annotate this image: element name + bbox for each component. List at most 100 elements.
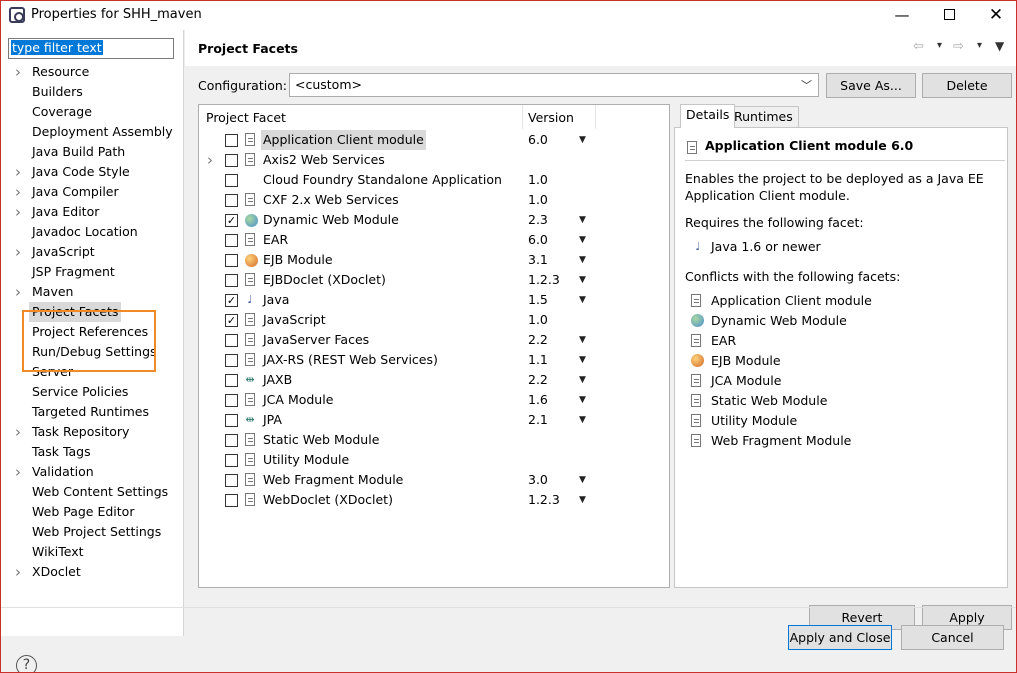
chevron-right-icon[interactable]: › xyxy=(15,282,25,302)
facet-checkbox[interactable] xyxy=(225,234,238,247)
chevron-right-icon[interactable]: › xyxy=(15,422,25,442)
version-dropdown-icon[interactable]: ▼ xyxy=(579,350,586,370)
facet-checkbox[interactable] xyxy=(225,194,238,207)
table-row[interactable]: ⇹ JAXB 2.2 ▼ xyxy=(199,370,669,390)
table-row[interactable]: ✓ Dynamic Web Module 2.3 ▼ xyxy=(199,210,669,230)
facet-version[interactable]: 2.2 xyxy=(528,330,548,350)
table-row[interactable]: EAR 6.0 ▼ xyxy=(199,230,669,250)
facet-checkbox[interactable] xyxy=(225,354,238,367)
tab-details[interactable]: Details xyxy=(680,104,736,128)
version-dropdown-icon[interactable]: ▼ xyxy=(579,330,586,350)
back-arrow-icon[interactable]: ⇦ xyxy=(913,39,924,54)
chevron-right-icon[interactable]: › xyxy=(15,182,25,202)
table-row[interactable]: Cloud Foundry Standalone Application 1.0 xyxy=(199,170,669,190)
facet-checkbox[interactable] xyxy=(225,134,238,147)
table-row[interactable]: Web Fragment Module 3.0 ▼ xyxy=(199,470,669,490)
table-row[interactable]: ✓ ♩ Java 1.5 ▼ xyxy=(199,290,669,310)
table-row[interactable]: Static Web Module xyxy=(199,430,669,450)
version-dropdown-icon[interactable]: ▼ xyxy=(579,250,586,270)
maximize-button[interactable] xyxy=(936,5,962,25)
facet-version[interactable]: 1.6 xyxy=(528,390,548,410)
chevron-right-icon[interactable]: › xyxy=(15,162,25,182)
facet-checkbox[interactable] xyxy=(225,454,238,467)
facet-version[interactable]: 6.0 xyxy=(528,130,548,150)
filter-input[interactable]: type filter text xyxy=(8,38,174,59)
configuration-select[interactable]: <custom> ﹀ xyxy=(289,73,819,97)
version-dropdown-icon[interactable]: ▼ xyxy=(579,370,586,390)
chevron-right-icon[interactable]: › xyxy=(15,242,25,262)
tree-item[interactable]: WikiText xyxy=(1,542,184,562)
tree-item[interactable]: Coverage xyxy=(1,102,184,122)
facet-checkbox[interactable] xyxy=(225,254,238,267)
table-row[interactable]: JavaServer Faces 2.2 ▼ xyxy=(199,330,669,350)
tree-item[interactable]: › XDoclet xyxy=(1,562,184,582)
view-menu-icon[interactable]: ▼ xyxy=(995,39,1004,53)
facet-checkbox[interactable] xyxy=(225,274,238,287)
table-row[interactable]: Utility Module xyxy=(199,450,669,470)
tree-item[interactable]: › Java Compiler xyxy=(1,182,184,202)
tree-item[interactable]: › Task Repository xyxy=(1,422,184,442)
forward-arrow-icon[interactable]: ⇨ xyxy=(953,39,964,54)
facet-version[interactable]: 3.1 xyxy=(528,250,548,270)
apply-and-close-button[interactable]: Apply and Close xyxy=(788,625,892,650)
facet-version[interactable]: 2.1 xyxy=(528,410,548,430)
facet-version[interactable]: 1.5 xyxy=(528,290,548,310)
facet-checkbox[interactable] xyxy=(225,174,238,187)
table-row[interactable]: JAX-RS (REST Web Services) 1.1 ▼ xyxy=(199,350,669,370)
chevron-right-icon[interactable]: › xyxy=(207,150,213,170)
tree-item[interactable]: › Maven xyxy=(1,282,184,302)
table-row[interactable]: CXF 2.x Web Services 1.0 xyxy=(199,190,669,210)
tree-item[interactable]: Targeted Runtimes xyxy=(1,402,184,422)
chevron-right-icon[interactable]: › xyxy=(15,62,25,82)
tree-item[interactable]: › Resource xyxy=(1,62,184,82)
tree-item[interactable]: Web Project Settings xyxy=(1,522,184,542)
column-header-facet[interactable]: Project Facet xyxy=(206,110,286,125)
facet-version[interactable]: 2.3 xyxy=(528,210,548,230)
facet-checkbox[interactable] xyxy=(225,494,238,507)
tree-item[interactable]: Java Build Path xyxy=(1,142,184,162)
facet-version[interactable]: 3.0 xyxy=(528,470,548,490)
version-dropdown-icon[interactable]: ▼ xyxy=(579,470,586,490)
chevron-right-icon[interactable]: › xyxy=(15,562,25,582)
table-row[interactable]: ✓ JavaScript 1.0 xyxy=(199,310,669,330)
facet-checkbox[interactable] xyxy=(225,154,238,167)
column-header-version[interactable]: Version xyxy=(528,110,574,125)
chevron-right-icon[interactable]: › xyxy=(15,202,25,222)
facet-version[interactable]: 1.2.3 xyxy=(528,490,560,510)
save-as-button[interactable]: Save As... xyxy=(826,73,916,98)
facet-checkbox[interactable] xyxy=(225,394,238,407)
tree-item[interactable]: Javadoc Location xyxy=(1,222,184,242)
facet-version[interactable]: 1.2.3 xyxy=(528,270,560,290)
close-button[interactable]: ✕ xyxy=(983,5,1009,25)
minimize-button[interactable]: — xyxy=(889,5,915,25)
tree-item[interactable]: Web Page Editor xyxy=(1,502,184,522)
version-dropdown-icon[interactable]: ▼ xyxy=(579,130,586,150)
chevron-right-icon[interactable]: › xyxy=(15,462,25,482)
version-dropdown-icon[interactable]: ▼ xyxy=(579,490,586,510)
tree-item[interactable]: JSP Fragment xyxy=(1,262,184,282)
table-row[interactable]: ⇹ JPA 2.1 ▼ xyxy=(199,410,669,430)
version-dropdown-icon[interactable]: ▼ xyxy=(579,210,586,230)
tree-item[interactable]: Deployment Assembly xyxy=(1,122,184,142)
back-menu-chevron-icon[interactable]: ▾ xyxy=(937,40,942,51)
tree-item[interactable]: Service Policies xyxy=(1,382,184,402)
tree-item[interactable]: › Java Editor xyxy=(1,202,184,222)
facet-checkbox[interactable] xyxy=(225,334,238,347)
table-row[interactable]: EJB Module 3.1 ▼ xyxy=(199,250,669,270)
facet-version[interactable]: 2.2 xyxy=(528,370,548,390)
table-row[interactable]: WebDoclet (XDoclet) 1.2.3 ▼ xyxy=(199,490,669,510)
table-row[interactable]: EJBDoclet (XDoclet) 1.2.3 ▼ xyxy=(199,270,669,290)
table-row[interactable]: JCA Module 1.6 ▼ xyxy=(199,390,669,410)
table-row[interactable]: Application Client module 6.0 ▼ xyxy=(199,130,669,150)
version-dropdown-icon[interactable]: ▼ xyxy=(579,270,586,290)
help-icon[interactable]: ? xyxy=(16,655,37,672)
facet-version[interactable]: 6.0 xyxy=(528,230,548,250)
cancel-button[interactable]: Cancel xyxy=(901,625,1004,650)
tree-item[interactable]: Builders xyxy=(1,82,184,102)
table-row[interactable]: › Axis2 Web Services xyxy=(199,150,669,170)
tree-item[interactable]: › Java Code Style xyxy=(1,162,184,182)
tree-item[interactable]: Web Content Settings xyxy=(1,482,184,502)
facet-checkbox[interactable]: ✓ xyxy=(225,294,238,307)
facet-checkbox[interactable]: ✓ xyxy=(225,314,238,327)
version-dropdown-icon[interactable]: ▼ xyxy=(579,290,586,310)
